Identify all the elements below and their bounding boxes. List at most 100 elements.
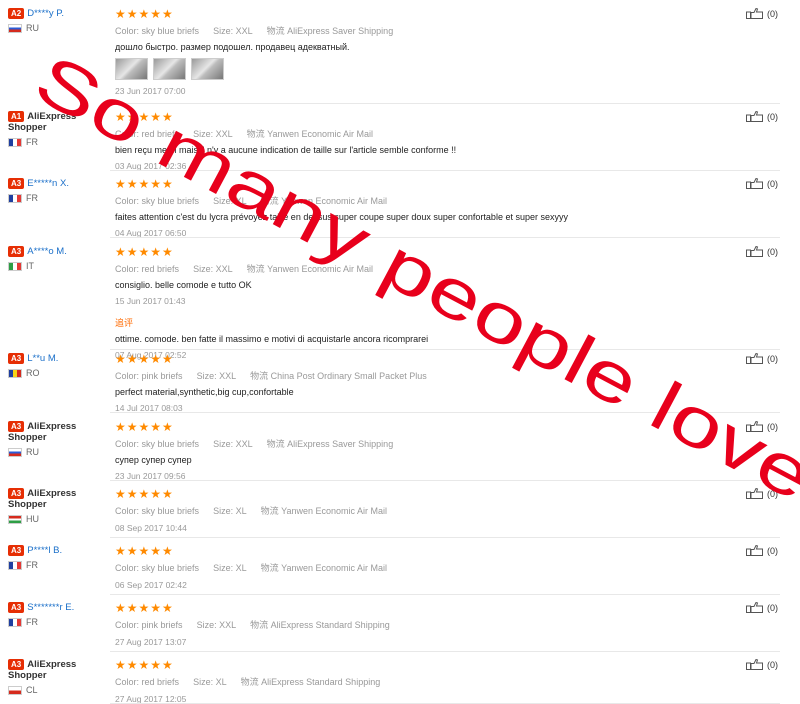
reviewer-name[interactable]: D****y P. xyxy=(27,8,64,19)
size-label: Size: xyxy=(213,439,234,449)
reviewer-name[interactable]: E*****n X. xyxy=(27,178,69,189)
size-value: XL xyxy=(235,506,247,516)
review-author: A3 L**u M. RO xyxy=(8,353,108,379)
helpful-button[interactable]: (0) xyxy=(746,353,778,364)
thumbs-up-icon xyxy=(746,602,763,613)
color-label: Color: xyxy=(115,563,140,573)
review-date: 23 Jun 2017 07:00 xyxy=(115,86,186,96)
review-photo-thumbnail[interactable] xyxy=(191,58,224,80)
review-item: A3 AliExpress Shopper HU ★★★★★ Color: sky bl… xyxy=(0,488,790,538)
helpful-button[interactable]: (0) xyxy=(746,602,778,613)
review-photo-thumbnail[interactable] xyxy=(153,58,186,80)
buyer-level-badge: A3 xyxy=(8,353,25,364)
country-flag-icon xyxy=(8,448,22,457)
shipping-label: 物流 xyxy=(250,371,269,381)
rating-stars: ★★★★★ xyxy=(115,177,174,191)
size-value: XXL xyxy=(235,439,253,449)
review-item: A3 AliExpress Shopper RU ★★★★★ Color: sky bl… xyxy=(0,421,790,481)
review-text: дошло быстро. размер подошел. продавец а… xyxy=(115,42,350,52)
shipping-value: Yanwen Economic Air Mail xyxy=(281,196,388,206)
thumbs-up-icon xyxy=(746,659,763,670)
helpful-button[interactable]: (0) xyxy=(746,659,778,670)
color-value: red briefs xyxy=(141,264,180,274)
review-body: ★★★★★ Color: red briefs Size: XL 物流 AliExpr… xyxy=(115,659,715,704)
buyer-level-badge: A3 xyxy=(8,602,25,613)
helpful-button[interactable]: (0) xyxy=(746,246,778,257)
review-author: A3 AliExpress Shopper HU xyxy=(8,488,108,525)
review-date: 15 Jun 2017 01:43 xyxy=(115,296,186,306)
color-label: Color: xyxy=(115,129,140,139)
reviewer-name[interactable]: L**u M. xyxy=(27,353,58,364)
review-item: A3 S*******r E. FR ★★★★★ Color: pink briefs S… xyxy=(0,602,790,652)
shipping-value: Yanwen Economic Air Mail xyxy=(267,129,374,139)
country-code: FR xyxy=(26,617,38,627)
color-label: Color: xyxy=(115,506,140,516)
order-info: Color: sky blue briefs Size: XL 物流 Yanwen … xyxy=(115,194,715,207)
reviewer-name[interactable]: P****l B. xyxy=(27,545,62,556)
buyer-level-badge: A3 xyxy=(8,421,25,432)
helpful-count: (0) xyxy=(767,111,778,122)
color-value: sky blue briefs xyxy=(141,506,200,516)
helpful-count: (0) xyxy=(767,602,778,613)
order-info: Color: red briefs Size: XXL 物流 Yanwen Econ… xyxy=(115,262,715,275)
size-label: Size: xyxy=(213,196,234,206)
reviewer-name[interactable]: S*******r E. xyxy=(27,602,74,613)
review-divider xyxy=(110,480,780,481)
reviewer-name[interactable]: A****o M. xyxy=(27,246,67,257)
helpful-button[interactable]: (0) xyxy=(746,421,778,432)
size-label: Size: xyxy=(193,129,214,139)
color-label: Color: xyxy=(115,26,140,36)
color-label: Color: xyxy=(115,677,140,687)
country-flag-icon xyxy=(8,686,22,695)
review-photo-thumbnail[interactable] xyxy=(115,58,148,80)
rating-stars: ★★★★★ xyxy=(115,352,174,366)
country-flag-icon xyxy=(8,138,22,147)
helpful-button[interactable]: (0) xyxy=(746,488,778,499)
review-text: супер супер супер xyxy=(115,455,192,465)
review-body: ★★★★★ Color: sky blue briefs Size: XL 物流 Ya… xyxy=(115,545,715,590)
size-label: Size: xyxy=(196,371,217,381)
size-value: XL xyxy=(215,677,227,687)
thumbs-up-icon xyxy=(746,246,763,257)
buyer-level-badge: A3 xyxy=(8,659,25,670)
review-item: A3 AliExpress Shopper CL ★★★★★ Color: red br… xyxy=(0,659,790,704)
helpful-button[interactable]: (0) xyxy=(746,545,778,556)
followup-text: ottime. comode. ben fatte il massimo e m… xyxy=(115,334,429,344)
country-flag-icon xyxy=(8,24,22,33)
country-code: RO xyxy=(26,368,40,378)
review-body: ★★★★★ Color: sky blue briefs Size: XXL 物流 A… xyxy=(115,8,715,96)
helpful-count: (0) xyxy=(767,421,778,432)
color-label: Color: xyxy=(115,196,140,206)
shipping-label: 物流 xyxy=(266,26,285,36)
size-label: Size: xyxy=(213,26,234,36)
country-code: IT xyxy=(26,261,34,271)
review-author: A3 E*****n X. FR xyxy=(8,178,108,204)
review-author: A3 S*******r E. FR xyxy=(8,602,108,628)
helpful-count: (0) xyxy=(767,545,778,556)
review-text: bien reçu merci mais il n'y a aucune ind… xyxy=(115,145,457,155)
rating-stars: ★★★★★ xyxy=(115,601,174,615)
rating-stars: ★★★★★ xyxy=(115,487,174,501)
buyer-level-badge: A2 xyxy=(8,8,25,19)
helpful-button[interactable]: (0) xyxy=(746,111,778,122)
review-item: A2 D****y P. RU ★★★★★ Color: sky blue briefs… xyxy=(0,8,790,104)
review-text: faites attention c'est du lycra prévoyez… xyxy=(115,212,568,222)
buyer-level-badge: A3 xyxy=(8,178,25,189)
buyer-level-badge: A3 xyxy=(8,488,25,499)
country-code: FR xyxy=(26,560,38,570)
shipping-value: AliExpress Saver Shipping xyxy=(287,439,394,449)
thumbs-up-icon xyxy=(746,8,763,19)
review-author: A1 AliExpress Shopper FR xyxy=(8,111,108,148)
review-author: A3 AliExpress Shopper RU xyxy=(8,421,108,458)
country-code: CL xyxy=(26,685,38,695)
helpful-button[interactable]: (0) xyxy=(746,178,778,189)
helpful-button[interactable]: (0) xyxy=(746,8,778,19)
color-label: Color: xyxy=(115,371,140,381)
order-info: Color: red briefs Size: XXL 物流 Yanwen Econ… xyxy=(115,127,715,140)
shipping-label: 物流 xyxy=(266,439,285,449)
review-divider xyxy=(110,651,780,652)
helpful-count: (0) xyxy=(767,8,778,19)
review-body: ★★★★★ Color: sky blue briefs Size: XXL 物流 A… xyxy=(115,421,715,481)
color-value: red briefs xyxy=(141,677,180,687)
country-code: FR xyxy=(26,193,38,203)
